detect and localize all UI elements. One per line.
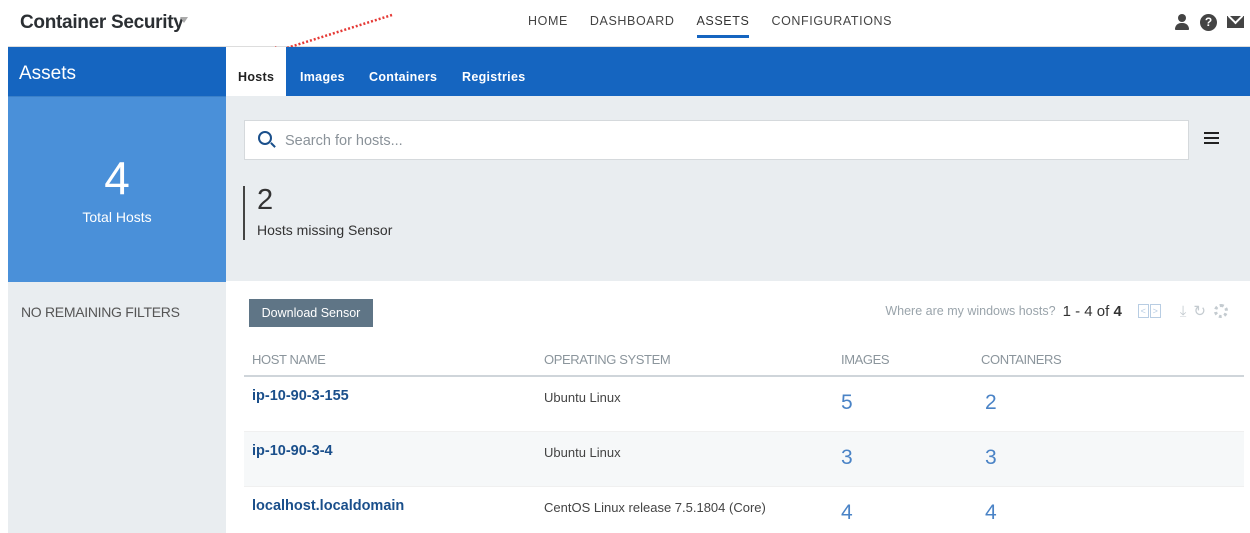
hosts-table: HOST NAME OPERATING SYSTEM IMAGES CONTAI… [244, 347, 1244, 533]
mail-icon[interactable] [1227, 16, 1244, 28]
user-icon[interactable] [1174, 13, 1190, 31]
nav-configurations[interactable]: CONFIGURATIONS [771, 14, 892, 37]
refresh-icon[interactable]: ↻ [1193, 302, 1206, 320]
sidebar-title: Assets [8, 47, 226, 96]
help-icon[interactable]: ? [1200, 13, 1217, 31]
table-header: HOST NAME OPERATING SYSTEM IMAGES CONTAI… [244, 347, 1244, 377]
list-toolbar: Where are my windows hosts? 1 - 4 of 4 <… [885, 302, 1228, 320]
download-sensor-button[interactable]: Download Sensor [249, 299, 373, 327]
host-name-link[interactable]: localhost.localdomain [252, 498, 404, 514]
table-row[interactable]: ip-10-90-3-155 Ubuntu Linux 5 2 [244, 377, 1244, 432]
tab-registries[interactable]: Registries [462, 47, 525, 96]
tab-bar: Hosts Images Containers Registries [226, 47, 1250, 96]
pagination-range-prefix: 1 - 4 of [1062, 302, 1110, 320]
total-hosts-label: Total Hosts [82, 209, 152, 225]
hosts-content: Download Sensor Where are my windows hos… [226, 281, 1250, 533]
top-icons: ? [1174, 13, 1244, 31]
host-containers-count[interactable]: 3 [985, 446, 997, 470]
host-name-link[interactable]: ip-10-90-3-155 [252, 388, 349, 404]
host-os: Ubuntu Linux [544, 390, 621, 405]
filters-label: NO REMAINING FILTERS [21, 304, 180, 320]
nav-home[interactable]: HOME [528, 14, 568, 37]
host-containers-count[interactable]: 4 [985, 501, 997, 525]
column-images[interactable]: IMAGES [841, 352, 890, 367]
app-switcher-caret-icon[interactable] [180, 17, 188, 23]
host-os: Ubuntu Linux [544, 445, 621, 460]
pager: < > [1137, 304, 1161, 318]
prev-page-icon[interactable]: < [1137, 304, 1149, 318]
table-row[interactable]: ip-10-90-3-4 Ubuntu Linux 3 3 [244, 432, 1244, 487]
table-row[interactable]: localhost.localdomain CentOS Linux relea… [244, 487, 1244, 533]
host-images-count[interactable]: 5 [841, 391, 853, 415]
pagination-range: 1 - 4 of 4 [1063, 303, 1122, 320]
host-name-link[interactable]: ip-10-90-3-4 [252, 443, 333, 459]
nav-assets[interactable]: ASSETS [696, 14, 750, 38]
total-hosts-card[interactable]: 4 Total Hosts [8, 96, 226, 282]
tab-hosts[interactable]: Hosts [226, 47, 287, 96]
hamburger-menu-icon[interactable] [1204, 132, 1219, 144]
total-hosts-value: 4 [104, 152, 130, 204]
missing-sensor-value: 2 [257, 184, 274, 216]
host-images-count[interactable]: 4 [841, 501, 853, 525]
sidebar: Assets 4 Total Hosts NO REMAINING FILTER… [8, 47, 226, 533]
column-containers[interactable]: CONTAINERS [981, 352, 1062, 367]
search-panel: 2 Hosts missing Sensor [226, 96, 1250, 281]
top-bar: Container Security HOME DASHBOARD ASSETS… [8, 0, 1250, 47]
nav-dashboard[interactable]: DASHBOARD [590, 14, 675, 37]
host-containers-count[interactable]: 2 [985, 391, 997, 415]
tab-containers[interactable]: Containers [369, 47, 437, 96]
search-input[interactable] [285, 130, 1165, 152]
pagination-total: 4 [1113, 302, 1122, 320]
windows-hosts-link[interactable]: Where are my windows hosts? [885, 304, 1055, 318]
missing-sensor-metric[interactable]: 2 Hosts missing Sensor [243, 186, 392, 240]
search-box [244, 120, 1189, 160]
main-nav: HOME DASHBOARD ASSETS CONFIGURATIONS [528, 14, 914, 38]
gear-icon[interactable] [1214, 304, 1228, 318]
app-title[interactable]: Container Security [20, 12, 184, 34]
missing-sensor-label: Hosts missing Sensor [257, 222, 393, 238]
host-os: CentOS Linux release 7.5.1804 (Core) [544, 500, 766, 515]
tab-images[interactable]: Images [300, 47, 345, 96]
search-icon [258, 131, 272, 145]
column-host-name[interactable]: HOST NAME [252, 352, 326, 367]
next-page-icon[interactable]: > [1149, 304, 1161, 318]
download-icon[interactable]: ⤓ [1180, 303, 1187, 320]
host-images-count[interactable]: 3 [841, 446, 853, 470]
column-operating-system[interactable]: OPERATING SYSTEM [544, 352, 671, 367]
